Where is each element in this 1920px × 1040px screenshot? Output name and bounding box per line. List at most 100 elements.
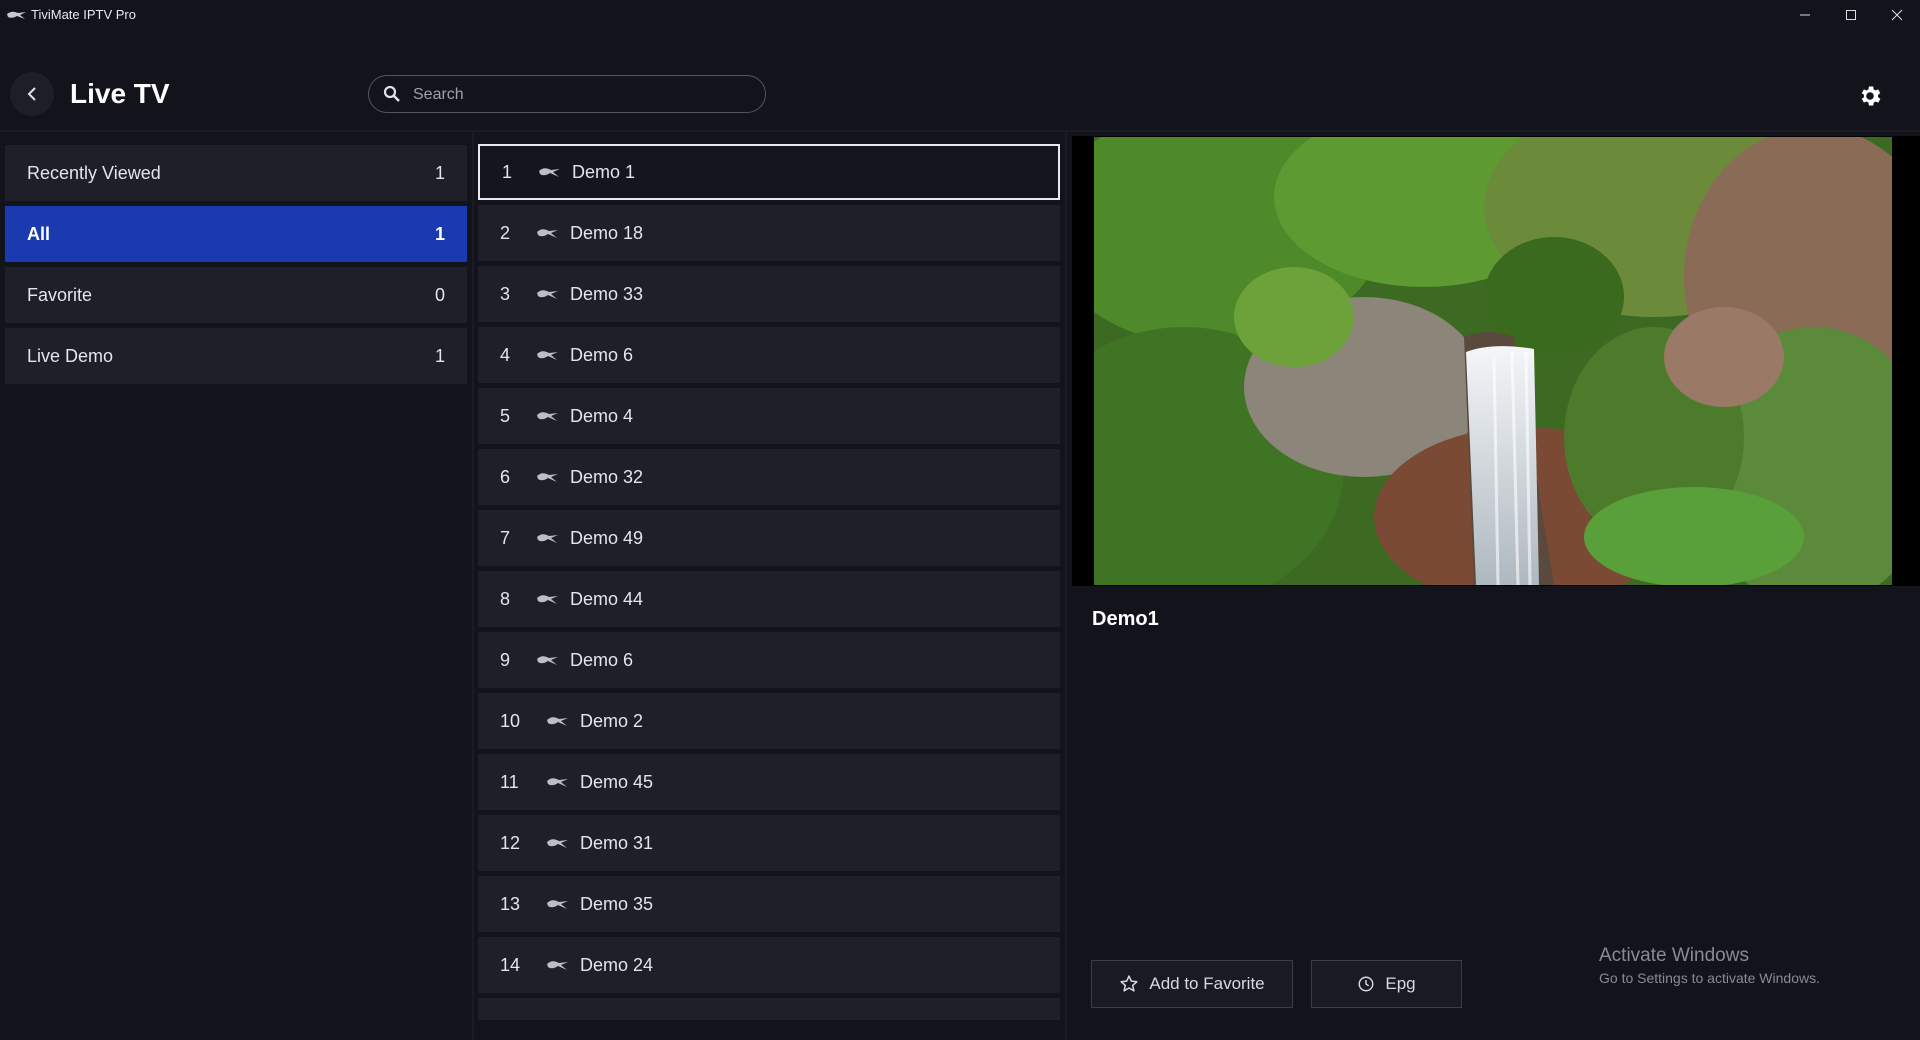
preview-channel-title: Demo1 — [1092, 608, 1159, 630]
channel-number: 5 — [500, 405, 511, 426]
add-to-favorite-label: Add to Favorite — [1149, 974, 1265, 993]
channel-number: 14 — [500, 954, 521, 975]
gear-icon — [1861, 86, 1881, 106]
channel-number: 7 — [500, 527, 511, 548]
star-icon — [1120, 975, 1138, 992]
channel-name: Demo 45 — [580, 771, 654, 792]
page-title: Live TV — [70, 78, 170, 109]
channel-name: Demo 4 — [570, 405, 634, 426]
channel-name: Demo 1 — [572, 161, 636, 182]
close-button[interactable] — [1874, 0, 1920, 30]
channel-item[interactable]: 11 Demo 45 — [478, 754, 1060, 810]
category-live-demo[interactable]: Live Demo 1 — [5, 328, 467, 384]
channel-logo-icon — [537, 595, 558, 604]
channel-item[interactable]: 2 Demo 18 — [478, 205, 1060, 261]
search-box[interactable] — [368, 75, 766, 113]
category-favorite[interactable]: Favorite 0 — [5, 267, 467, 323]
category-label: Live Demo — [27, 345, 114, 366]
epg-button[interactable]: Epg — [1311, 960, 1462, 1008]
channel-name: Demo 6 — [570, 344, 634, 365]
minimize-button[interactable] — [1782, 0, 1828, 30]
channel-number: 12 — [500, 832, 521, 853]
channel-item[interactable]: 12 Demo 31 — [478, 815, 1060, 871]
maximize-icon — [1846, 10, 1856, 20]
channel-item[interactable]: 7 Demo 49 — [478, 510, 1060, 566]
channel-logo-icon — [537, 656, 558, 665]
channel-number: 10 — [500, 710, 521, 731]
add-to-favorite-button[interactable]: Add to Favorite — [1091, 960, 1293, 1008]
category-all[interactable]: All 1 — [5, 206, 467, 262]
clock-icon — [1358, 976, 1374, 992]
channel-number: 4 — [500, 344, 511, 365]
channel-name: Demo 44 — [570, 588, 644, 609]
channel-number: 3 — [500, 283, 511, 304]
channel-name: Demo 2 — [580, 710, 644, 731]
channel-name: Demo 18 — [570, 222, 644, 243]
video-preview-image — [1094, 137, 1892, 585]
channel-item[interactable]: 8 Demo 44 — [478, 571, 1060, 627]
channel-item[interactable]: 9 Demo 6 — [478, 632, 1060, 688]
channel-name: Demo 33 — [570, 283, 644, 304]
search-icon — [383, 85, 400, 102]
channel-item[interactable]: 13 Demo 35 — [478, 876, 1060, 932]
epg-label: Epg — [1385, 974, 1416, 993]
channel-number: 1 — [502, 161, 513, 182]
channel-number: 6 — [500, 466, 511, 487]
channel-number: 2 — [500, 222, 511, 243]
category-label: All — [27, 223, 51, 244]
channel-item[interactable]: 6 Demo 32 — [478, 449, 1060, 505]
maximize-button[interactable] — [1828, 0, 1874, 30]
category-count: 1 — [434, 223, 445, 244]
app-logo-icon — [7, 11, 26, 19]
channel-logo-icon — [547, 839, 568, 848]
channel-name: Demo 35 — [580, 893, 654, 914]
window-titlebar: TiviMate IPTV Pro — [0, 0, 1920, 30]
channel-logo-icon — [547, 961, 568, 970]
category-label: Favorite — [27, 284, 93, 305]
channel-logo-icon — [537, 412, 558, 421]
category-list: Recently Viewed 1 All 1 Favorite 0 Live … — [5, 145, 467, 389]
watermark-title: Activate Windows — [1599, 945, 1749, 966]
categories-divider — [472, 132, 474, 1040]
channel-name: Demo 6 — [570, 649, 634, 670]
header-divider — [0, 130, 1920, 132]
chevron-left-icon — [27, 87, 36, 101]
channel-logo-icon — [547, 717, 568, 726]
video-player[interactable] — [1072, 136, 1920, 586]
settings-button[interactable] — [1854, 80, 1886, 112]
category-recently-viewed[interactable]: Recently Viewed 1 — [5, 145, 467, 201]
channel-logo-icon — [537, 351, 558, 360]
channel-list: 1 Demo 1 2 Demo 18 3 Demo 33 4 Demo 6 5 … — [478, 144, 1060, 1020]
channel-logo-icon — [537, 473, 558, 482]
windows-activation-watermark: Activate Windows Go to Settings to activ… — [1599, 945, 1820, 986]
category-count: 1 — [434, 162, 445, 183]
channel-logo-icon — [537, 290, 558, 299]
search-input[interactable] — [411, 82, 755, 108]
back-button[interactable] — [10, 72, 54, 116]
channel-number: 9 — [500, 649, 511, 670]
channel-logo-icon — [537, 534, 558, 543]
channel-item[interactable]: 10 Demo 2 — [478, 693, 1060, 749]
channel-item[interactable]: 3 Demo 33 — [478, 266, 1060, 322]
app-title: TiviMate IPTV Pro — [31, 7, 136, 22]
channel-name: Demo 49 — [570, 527, 644, 548]
category-count: 1 — [434, 345, 445, 366]
channel-number: 8 — [500, 588, 511, 609]
channel-item[interactable] — [478, 998, 1060, 1020]
close-icon — [1891, 9, 1903, 21]
channel-name: Demo 31 — [580, 832, 654, 853]
channel-logo-icon — [539, 168, 560, 177]
channel-item[interactable]: 1 Demo 1 — [478, 144, 1060, 200]
channel-number: 11 — [500, 771, 519, 792]
watermark-subtitle: Go to Settings to activate Windows. — [1599, 970, 1820, 986]
channel-item[interactable]: 5 Demo 4 — [478, 388, 1060, 444]
channel-logo-icon — [547, 900, 568, 909]
channel-item[interactable]: 14 Demo 24 — [478, 937, 1060, 993]
minimize-icon — [1800, 14, 1810, 16]
channels-divider — [1065, 132, 1067, 1040]
channel-item[interactable]: 4 Demo 6 — [478, 327, 1060, 383]
channel-name: Demo 24 — [580, 954, 654, 975]
channel-name: Demo 32 — [570, 466, 644, 487]
channel-logo-icon — [537, 229, 558, 238]
category-count: 0 — [434, 284, 445, 305]
